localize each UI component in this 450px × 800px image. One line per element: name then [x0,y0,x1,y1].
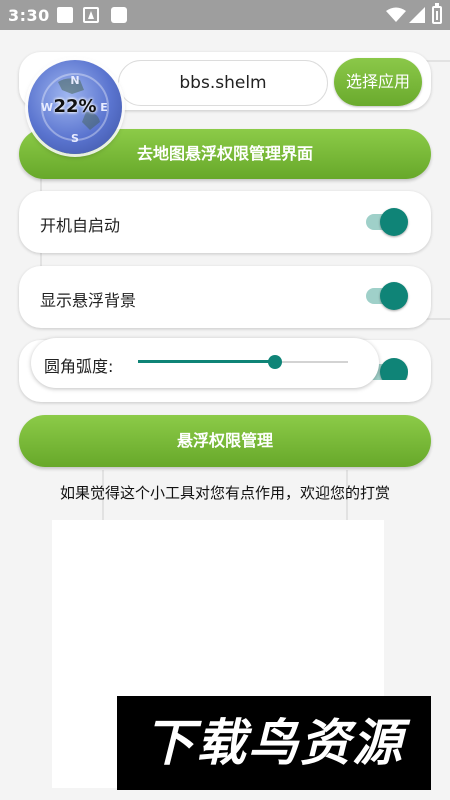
select-app-button[interactable]: 选择应用 [334,58,422,106]
notification-icon [57,7,73,23]
switch-thumb [380,282,408,310]
autostart-label: 开机自启动 [40,216,121,235]
floating-percent-bubble[interactable]: N S W E 22% [28,60,122,154]
signal-icon [409,7,425,23]
notification-a-icon [83,7,99,23]
percent-value: 22% [53,96,97,117]
corner-radius-label: 圆角弧度: [44,357,114,376]
status-time: 3:30 [8,6,50,25]
donation-message: 如果觉得这个小工具对您有点作用，欢迎您的打赏 [59,484,390,502]
wifi-icon [386,7,406,22]
slider-fill [138,360,275,363]
notification-square-icon [111,7,127,23]
show-float-bg-label: 显示悬浮背景 [40,291,137,310]
autostart-switch[interactable] [366,208,408,236]
svg-text:S: S [71,132,79,145]
battery-icon [432,3,442,24]
float-permission-button[interactable]: 悬浮权限管理 [19,415,431,467]
watermark-logo: 下载鸟资源 [117,696,431,790]
switch-thumb [380,208,408,236]
svg-text:N: N [70,74,79,87]
app-package-value: bbs.shelm [179,73,267,93]
status-bar: 3:30 [0,0,450,30]
corner-radius-slider[interactable] [138,352,350,372]
slider-thumb[interactable] [268,355,282,369]
show-float-bg-switch[interactable] [366,282,408,310]
